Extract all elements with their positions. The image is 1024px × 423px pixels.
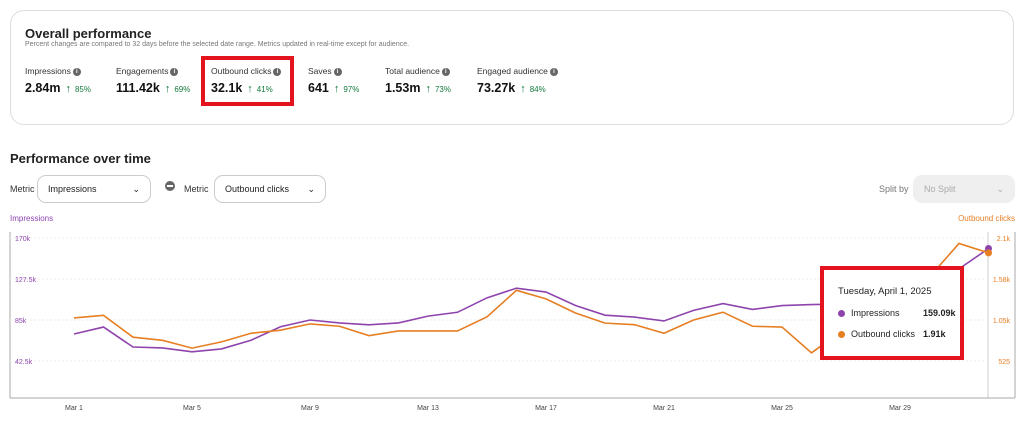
x-tick-label: Mar 25 [771, 405, 793, 412]
tooltip-outbound-value: 1.91k [923, 329, 946, 339]
x-tick-label: Mar 5 [183, 405, 201, 412]
tooltip-outbound-label: Outbound clicks [851, 329, 916, 339]
x-tick-label: Mar 29 [889, 405, 911, 412]
left-tick-label: 85k [15, 318, 27, 325]
tooltip-impressions-value: 159.09k [923, 308, 956, 318]
chart-tooltip: Tuesday, April 1, 2025 Impressions 159.09… [820, 266, 964, 360]
left-tick-label: 42.5k [15, 359, 33, 366]
outbound-dot-icon [838, 330, 845, 338]
tooltip-impressions-label: Impressions [851, 308, 900, 318]
x-tick-label: Mar 17 [535, 405, 557, 412]
right-tick-label: 525 [998, 359, 1010, 366]
right-tick-label: 1.58k [993, 277, 1011, 284]
left-tick-label: 127.5k [15, 277, 37, 284]
impressions-dot-icon [838, 309, 845, 317]
right-tick-label: 2.1k [997, 236, 1011, 243]
tooltip-date: Tuesday, April 1, 2025 [838, 286, 932, 297]
series-point-outbound-clicks [985, 249, 992, 257]
x-tick-label: Mar 13 [417, 405, 439, 412]
x-tick-label: Mar 21 [653, 405, 675, 412]
left-tick-label: 170k [15, 236, 31, 243]
x-tick-label: Mar 9 [301, 405, 319, 412]
x-tick-label: Mar 1 [65, 405, 83, 412]
right-tick-label: 1.05k [993, 318, 1011, 325]
